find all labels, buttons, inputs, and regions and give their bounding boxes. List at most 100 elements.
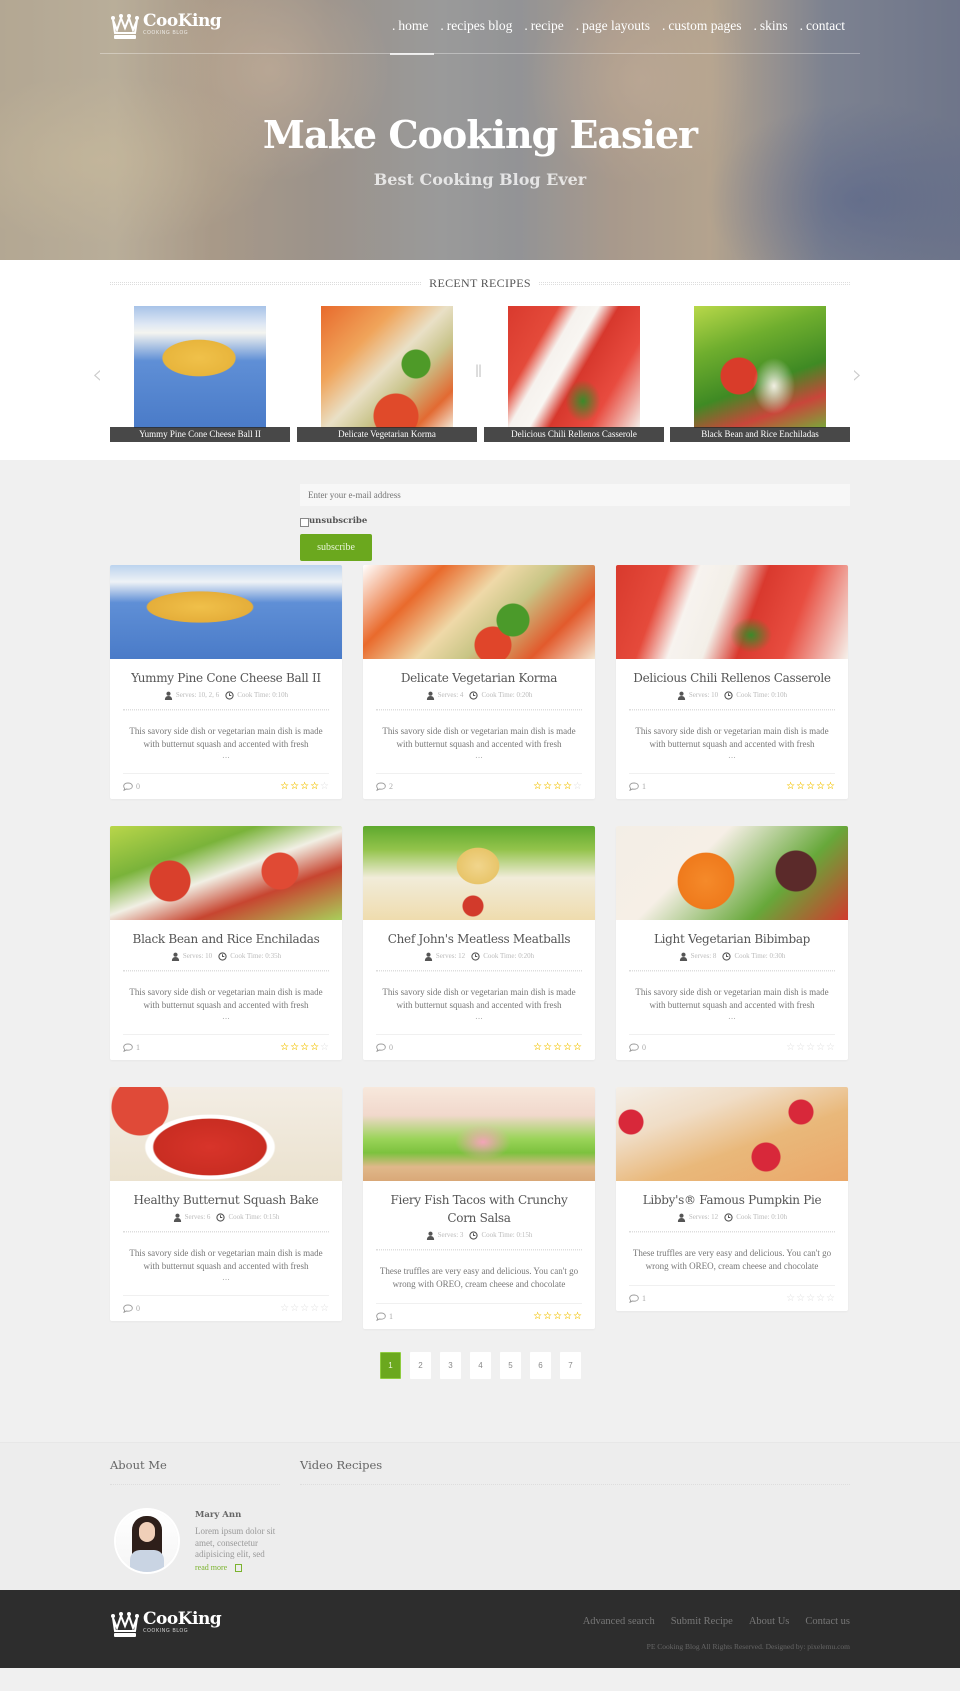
footer-logo[interactable]: CooKing COOKING BLOG xyxy=(110,1610,222,1638)
recipe-card[interactable]: Yummy Pine Cone Cheese Ball II Serves: 10… xyxy=(110,565,342,799)
footer-link-contact-us[interactable]: Contact us xyxy=(805,1616,850,1627)
star-icon[interactable]: ☆ xyxy=(806,781,815,792)
footer-link-submit-recipe[interactable]: Submit Recipe xyxy=(671,1616,733,1627)
recipe-card[interactable]: Chef John's Meatless Meatballs Serves: 12… xyxy=(363,826,595,1060)
star-icon[interactable]: ☆ xyxy=(300,781,309,792)
comments-link[interactable]: 1 xyxy=(629,1294,646,1303)
comments-link[interactable]: 1 xyxy=(376,1312,393,1321)
star-icon[interactable]: ☆ xyxy=(796,1293,805,1304)
star-icon[interactable]: ☆ xyxy=(796,781,805,792)
menu-item-recipe[interactable]: recipe xyxy=(524,18,564,34)
star-icon[interactable]: ☆ xyxy=(533,1042,542,1053)
recipe-image[interactable] xyxy=(110,1087,342,1181)
recipe-title[interactable]: Chef John's Meatless Meatballs xyxy=(363,920,595,948)
comments-link[interactable]: 0 xyxy=(123,782,140,791)
star-icon[interactable]: ☆ xyxy=(300,1303,309,1314)
recipe-image[interactable] xyxy=(363,1087,595,1181)
email-input[interactable] xyxy=(300,484,850,506)
recipe-image[interactable] xyxy=(616,1087,848,1181)
slide[interactable]: Delicate Vegetarian Korma xyxy=(297,306,477,442)
star-icon[interactable]: ☆ xyxy=(826,1293,835,1304)
page-button[interactable]: 2 xyxy=(410,1352,431,1379)
page-button[interactable]: 5 xyxy=(500,1352,521,1379)
star-icon[interactable]: ☆ xyxy=(786,1293,795,1304)
star-icon[interactable]: ☆ xyxy=(786,1042,795,1053)
star-icon[interactable]: ☆ xyxy=(553,781,562,792)
star-icon[interactable]: ☆ xyxy=(816,1293,825,1304)
recipe-title[interactable]: Libby's® Famous Pumpkin Pie xyxy=(616,1181,848,1209)
menu-item-skins[interactable]: skins xyxy=(754,18,788,34)
site-logo[interactable]: CooKing COOKING BLOG xyxy=(110,12,222,40)
star-icon[interactable]: ☆ xyxy=(553,1311,562,1322)
page-button[interactable]: 7 xyxy=(560,1352,581,1379)
recipe-title[interactable]: Yummy Pine Cone Cheese Ball II xyxy=(110,659,342,687)
comments-link[interactable]: 1 xyxy=(629,782,646,791)
recipe-title[interactable]: Healthy Butternut Squash Bake xyxy=(110,1181,342,1209)
star-icon[interactable]: ☆ xyxy=(543,1042,552,1053)
star-icon[interactable]: ☆ xyxy=(310,1042,319,1053)
recipe-card[interactable]: Libby's® Famous Pumpkin Pie Serves: 12 Coo… xyxy=(616,1087,848,1311)
recipe-image[interactable] xyxy=(363,565,595,659)
chevron-right-icon[interactable]: › xyxy=(852,360,862,390)
star-icon[interactable]: ☆ xyxy=(533,781,542,792)
star-icon[interactable]: ☆ xyxy=(533,1311,542,1322)
comments-link[interactable]: 2 xyxy=(376,782,393,791)
recipe-card[interactable]: Black Bean and Rice Enchiladas Serves: 10… xyxy=(110,826,342,1060)
rating-stars[interactable]: ☆ ☆ ☆ ☆ ☆ xyxy=(280,781,329,792)
star-icon[interactable]: ☆ xyxy=(796,1042,805,1053)
recipe-title[interactable]: Delicious Chili Rellenos Casserole xyxy=(616,659,848,687)
page-button[interactable]: 4 xyxy=(470,1352,491,1379)
star-icon[interactable]: ☆ xyxy=(786,781,795,792)
star-icon[interactable]: ☆ xyxy=(310,781,319,792)
rating-stars[interactable]: ☆ ☆ ☆ ☆ ☆ xyxy=(280,1042,329,1053)
chevron-left-icon[interactable]: ‹ xyxy=(92,360,102,390)
rating-stars[interactable]: ☆ ☆ ☆ ☆ ☆ xyxy=(533,1311,582,1322)
comments-link[interactable]: 0 xyxy=(376,1043,393,1052)
comments-link[interactable]: 0 xyxy=(123,1304,140,1313)
star-icon[interactable]: ☆ xyxy=(290,1042,299,1053)
star-icon[interactable]: ☆ xyxy=(310,1303,319,1314)
recipe-card[interactable]: Delicious Chili Rellenos Casserole Serves… xyxy=(616,565,848,799)
star-icon[interactable]: ☆ xyxy=(806,1042,815,1053)
menu-item-custom-pages[interactable]: custom pages xyxy=(662,18,741,34)
recipe-card[interactable]: Light Vegetarian Bibimbap Serves: 8 Cook T… xyxy=(616,826,848,1060)
unsubscribe-checkbox-row[interactable]: unsubscribe xyxy=(300,515,367,527)
read-more-link[interactable]: read more xyxy=(195,1563,243,1573)
recipe-image[interactable] xyxy=(363,826,595,920)
recipe-card[interactable]: Fiery Fish Tacos with Crunchy Corn Salsa… xyxy=(363,1087,595,1329)
rating-stars[interactable]: ☆ ☆ ☆ ☆ ☆ xyxy=(786,1293,835,1304)
star-icon[interactable]: ☆ xyxy=(543,1311,552,1322)
star-icon[interactable]: ☆ xyxy=(280,1042,289,1053)
menu-item-recipes-blog[interactable]: recipes blog xyxy=(440,18,513,34)
star-icon[interactable]: ☆ xyxy=(563,1311,572,1322)
recipe-title[interactable]: Black Bean and Rice Enchiladas xyxy=(110,920,342,948)
recipe-title[interactable]: Light Vegetarian Bibimbap xyxy=(616,920,848,948)
recipe-title[interactable]: Delicate Vegetarian Korma xyxy=(363,659,595,687)
star-icon[interactable]: ☆ xyxy=(573,1042,582,1053)
rating-stars[interactable]: ☆ ☆ ☆ ☆ ☆ xyxy=(280,1303,329,1314)
star-icon[interactable]: ☆ xyxy=(563,781,572,792)
star-icon[interactable]: ☆ xyxy=(320,781,329,792)
footer-link-about-us[interactable]: About Us xyxy=(749,1616,790,1627)
star-icon[interactable]: ☆ xyxy=(553,1042,562,1053)
star-icon[interactable]: ☆ xyxy=(816,1042,825,1053)
star-icon[interactable]: ☆ xyxy=(816,781,825,792)
menu-item-page-layouts[interactable]: page layouts xyxy=(576,18,650,34)
rating-stars[interactable]: ☆ ☆ ☆ ☆ ☆ xyxy=(533,781,582,792)
recipe-card[interactable]: Healthy Butternut Squash Bake Serves: 6 Co… xyxy=(110,1087,342,1321)
menu-item-contact[interactable]: contact xyxy=(800,18,845,34)
star-icon[interactable]: ☆ xyxy=(563,1042,572,1053)
rating-stars[interactable]: ☆ ☆ ☆ ☆ ☆ xyxy=(786,781,835,792)
slide[interactable]: Black Bean and Rice Enchiladas xyxy=(670,306,850,442)
star-icon[interactable]: ☆ xyxy=(573,781,582,792)
comments-link[interactable]: 0 xyxy=(629,1043,646,1052)
recipe-image[interactable] xyxy=(616,826,848,920)
star-icon[interactable]: ☆ xyxy=(320,1042,329,1053)
star-icon[interactable]: ☆ xyxy=(290,781,299,792)
star-icon[interactable]: ☆ xyxy=(280,1303,289,1314)
menu-item-home[interactable]: home xyxy=(390,18,435,55)
star-icon[interactable]: ☆ xyxy=(290,1303,299,1314)
rating-stars[interactable]: ☆ ☆ ☆ ☆ ☆ xyxy=(786,1042,835,1053)
star-icon[interactable]: ☆ xyxy=(826,1042,835,1053)
recipe-title[interactable]: Fiery Fish Tacos with Crunchy Corn Salsa xyxy=(363,1181,595,1227)
